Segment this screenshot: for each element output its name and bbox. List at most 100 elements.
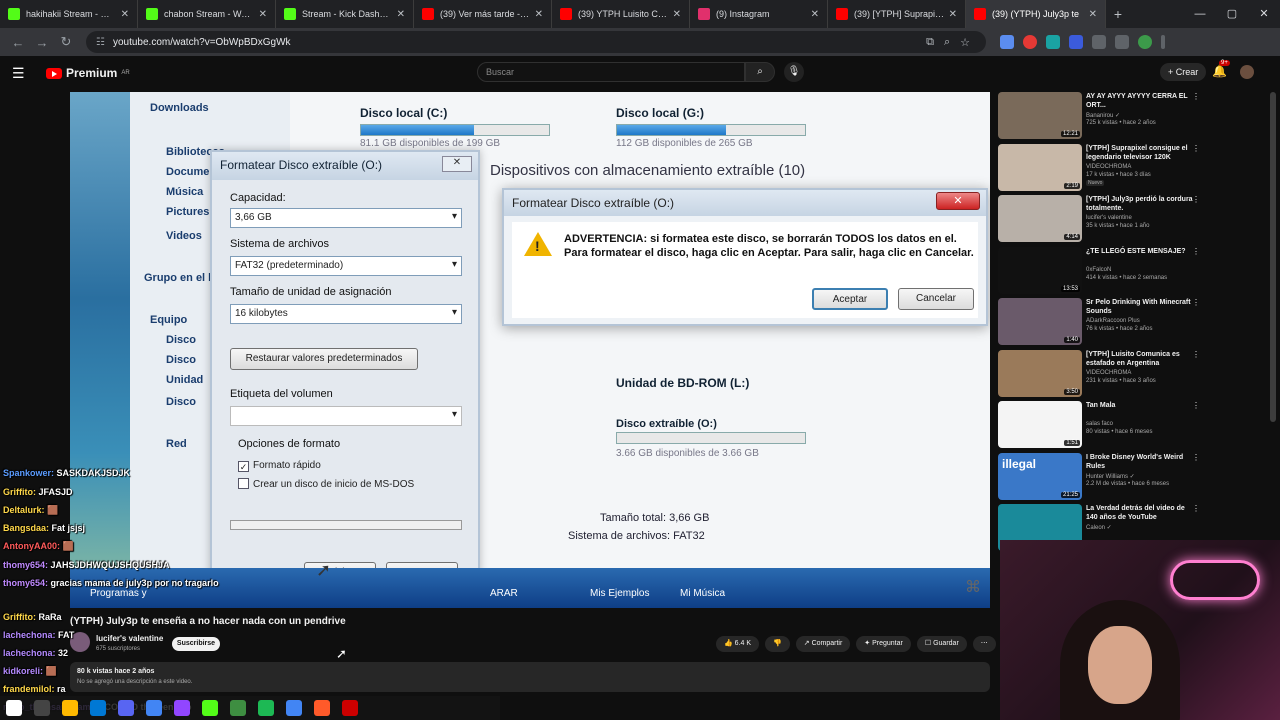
minimize-button[interactable]: — <box>1184 0 1216 28</box>
url-omnibox[interactable]: ☷ youtube.com/watch?v=ObWpBDxGgWk ⧉ ⌕ ☆ <box>86 31 986 53</box>
like-button[interactable]: 👍 6.4 K <box>716 636 760 652</box>
recommendation-meta: 231 k vistas • hace 3 años <box>1086 377 1156 384</box>
video-thumbnail[interactable]: 3:50 <box>998 349 1082 397</box>
tab-close-icon[interactable]: ✕ <box>949 9 957 20</box>
recommendation-item[interactable]: 1:51 Tan Mala salas faco 80 vistas • hace 6… <box>998 401 1268 451</box>
share-button[interactable]: ↗ Compartir <box>795 636 851 652</box>
recommendation-title[interactable]: [YTPH] Suprapixel consigue el legendario… <box>1086 144 1194 162</box>
taskbar-app-icon[interactable] <box>90 700 106 716</box>
recommendation-item[interactable]: illegal 21:25 I Broke Disney World's Weird… <box>998 452 1268 503</box>
recommendation-title[interactable]: [YTPH] July3p perdió la cordura totalmen… <box>1086 195 1194 213</box>
cast-icon[interactable]: ⧉ <box>926 36 934 49</box>
tab-close-icon[interactable]: ✕ <box>121 9 129 20</box>
more-options-icon[interactable]: ⋮ <box>1192 350 1200 359</box>
back-icon[interactable]: ← <box>6 35 30 50</box>
microphone-icon[interactable]: 🎙 <box>784 62 804 82</box>
maximize-button[interactable]: ▢ <box>1216 0 1248 28</box>
taskbar-app-icon[interactable] <box>6 700 22 716</box>
recommendation-title[interactable]: [YTPH] Luisito Comunica es estafado en A… <box>1086 350 1194 368</box>
taskbar-app-icon[interactable] <box>118 700 134 716</box>
more-options-icon[interactable]: ⋮ <box>1192 298 1200 307</box>
recommendation-title[interactable]: AY AY AYYY AYYYY CERRA EL ORT... <box>1086 92 1194 110</box>
taskbar-app-icon[interactable] <box>230 700 246 716</box>
scrollbar[interactable] <box>1270 92 1276 422</box>
video-thumbnail[interactable]: 12:21 <box>998 92 1082 139</box>
window-close-button[interactable]: ✕ <box>1248 0 1280 28</box>
browser-tab[interactable]: hakihakii Stream - Watch ✕ <box>0 0 138 28</box>
taskbar-app-icon[interactable] <box>146 700 162 716</box>
recommendation-title[interactable]: I Broke Disney World's Weird Rules <box>1086 453 1194 471</box>
site-info-icon[interactable]: ☷ <box>96 37 105 48</box>
new-tab-button[interactable]: + <box>1106 0 1130 28</box>
recommendation-item[interactable]: 12:21 AY AY AYYY AYYYY CERRA EL ORT... Ban… <box>998 92 1268 142</box>
taskbar-app-icon[interactable] <box>174 700 190 716</box>
browser-tab[interactable]: (39) Ver más tarde - YouT ✕ <box>414 0 552 28</box>
hamburger-menu-icon[interactable]: ☰ <box>12 65 32 82</box>
recommendation-title[interactable]: La Verdad detrás del video de 140 años d… <box>1086 504 1194 522</box>
forward-icon[interactable]: → <box>30 35 54 50</box>
youtube-logo[interactable]: Premium AR <box>46 66 130 80</box>
profile-icon[interactable] <box>1138 35 1152 49</box>
browser-tab[interactable]: (39) YTPH Luisito Comuni ✕ <box>552 0 690 28</box>
extension-icon[interactable] <box>1069 35 1083 49</box>
video-thumbnail[interactable]: illegal 21:25 <box>998 452 1082 500</box>
recommendation-item[interactable]: 13:53 ¿TE LLEGÓ ESTE MENSAJE? 0xFalcoN 414 … <box>998 246 1268 297</box>
tab-close-icon[interactable]: ✕ <box>397 9 405 20</box>
dislike-button[interactable]: 👎 <box>765 636 790 652</box>
more-options-icon[interactable]: ⋮ <box>1192 453 1200 462</box>
tab-close-icon[interactable]: ✕ <box>673 9 681 20</box>
video-thumbnail[interactable]: 1:51 <box>998 401 1082 448</box>
more-options-icon[interactable]: ⋮ <box>1192 92 1200 101</box>
taskbar-app-icon[interactable] <box>286 700 302 716</box>
browser-tab[interactable]: Stream - Kick Dashboard ✕ <box>276 0 414 28</box>
extension-icon[interactable] <box>1000 35 1014 49</box>
more-icon[interactable] <box>1161 35 1165 49</box>
video-thumbnail[interactable]: 4:14 <box>998 195 1082 242</box>
more-options-icon[interactable]: ⋮ <box>1192 504 1200 513</box>
recommendation-title[interactable]: Tan Mala <box>1086 401 1194 410</box>
taskbar-app-icon[interactable] <box>202 700 218 716</box>
video-thumbnail[interactable]: 1:40 <box>998 298 1082 345</box>
taskbar-app-icon[interactable] <box>314 700 330 716</box>
taskbar-app-icon[interactable] <box>34 700 50 716</box>
search-icon[interactable]: ⌕ <box>745 62 775 82</box>
tab-close-icon[interactable]: ✕ <box>259 9 267 20</box>
save-button[interactable]: ☐ Guardar <box>916 636 967 652</box>
ask-button[interactable]: ✦ Preguntar <box>856 636 911 652</box>
taskbar-app-icon[interactable] <box>258 700 274 716</box>
notifications-icon[interactable]: 🔔 9+ <box>1212 60 1230 78</box>
reload-icon[interactable]: ↻ <box>54 34 78 50</box>
tab-close-icon[interactable]: ✕ <box>811 9 819 20</box>
recommendation-item[interactable]: 2:19 [YTPH] Suprapixel consigue el legend… <box>998 143 1268 194</box>
more-options-icon[interactable]: ⋮ <box>1192 247 1200 256</box>
recommendation-title[interactable]: Sr Pelo Drinking With Minecraft Sounds <box>1086 298 1194 316</box>
tab-close-icon[interactable]: ✕ <box>535 9 543 20</box>
browser-tab[interactable]: chabon Stream - Watch L ✕ <box>138 0 276 28</box>
extension-icon[interactable] <box>1046 35 1060 49</box>
zoom-icon[interactable]: ⌕ <box>944 36 950 49</box>
avatar[interactable] <box>1240 65 1254 79</box>
more-options-icon[interactable]: ⋮ <box>1192 144 1200 153</box>
more-actions-button[interactable]: ⋯ <box>972 636 996 652</box>
recommendation-item[interactable]: 1:40 Sr Pelo Drinking With Minecraft Soun… <box>998 298 1268 348</box>
browser-tab[interactable]: (39) [YTPH] Suprapixel ar ✕ <box>828 0 966 28</box>
search-input[interactable]: Buscar <box>477 62 745 82</box>
video-thumbnail[interactable]: 13:53 <box>998 246 1082 294</box>
recommendation-item[interactable]: 3:50 [YTPH] Luisito Comunica es estafado … <box>998 349 1268 400</box>
browser-tab[interactable]: (39) (YTPH) July3p te ✕ <box>966 0 1106 28</box>
recommendation-item[interactable]: 4:14 [YTPH] July3p perdió la cordura tota… <box>998 195 1268 245</box>
more-options-icon[interactable]: ⋮ <box>1192 401 1200 410</box>
browser-tab[interactable]: (9) Instagram ✕ <box>690 0 828 28</box>
video-thumbnail[interactable]: 2:19 <box>998 143 1082 191</box>
bookmark-star-icon[interactable]: ☆ <box>960 36 970 49</box>
tab-close-icon[interactable]: ✕ <box>1089 9 1097 20</box>
menu-list-icon[interactable] <box>1115 35 1129 49</box>
create-button[interactable]: + Crear <box>1160 63 1207 81</box>
extension-icon[interactable] <box>1023 35 1037 49</box>
more-options-icon[interactable]: ⋮ <box>1192 195 1200 204</box>
taskbar-app-icon[interactable] <box>342 700 358 716</box>
taskbar-app-icon[interactable] <box>62 700 78 716</box>
puzzle-icon[interactable] <box>1092 35 1106 49</box>
recommendation-title[interactable]: ¿TE LLEGÓ ESTE MENSAJE? <box>1086 247 1194 256</box>
tab-favicon-icon <box>146 8 158 20</box>
